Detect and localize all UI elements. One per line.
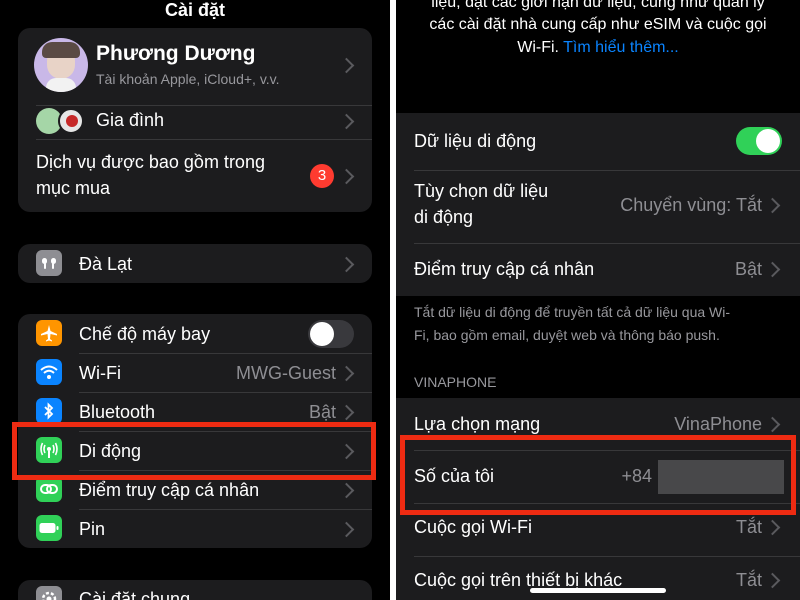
- general-group: Cài đặt chung: [18, 580, 372, 600]
- chevron-right-icon: [338, 521, 355, 538]
- wifi-calling-label: Cuộc gọi Wi-Fi: [414, 517, 533, 537]
- highlight-box-my-number: [400, 435, 796, 515]
- data-options-row[interactable]: Tùy chọn dữ liệu di động Chuyển vùng: Tắ…: [396, 171, 800, 243]
- battery-row[interactable]: Pin: [18, 509, 372, 548]
- profile-name: Phương Dương: [96, 42, 256, 65]
- intro-text-end: Wi-Fi.: [517, 39, 559, 56]
- network-value: VinaPhone: [674, 414, 762, 434]
- roaming-value: Chuyển vùng: Tắt: [620, 195, 762, 215]
- chevron-right-icon: [764, 519, 781, 536]
- hotspot-row[interactable]: Điểm truy cập cá nhân Bật: [396, 244, 800, 296]
- battery-label: Pin: [79, 519, 106, 539]
- general-row[interactable]: Cài đặt chung: [18, 580, 372, 600]
- family-label: Gia đình: [96, 110, 165, 130]
- network-label: Lựa chọn mạng: [414, 414, 541, 434]
- airpods-icon: [36, 250, 62, 276]
- intro-text-line2: các cài đặt nhà cung cấp như eSIM và cuộ…: [429, 16, 767, 33]
- chevron-right-icon: [764, 197, 781, 214]
- bluetooth-label: Bluetooth: [79, 402, 156, 422]
- hotspot-value: Bật: [734, 259, 762, 279]
- hotspot-label: Điểm truy cập cá nhân: [414, 259, 595, 279]
- nav-title: Cài đặt: [164, 0, 225, 20]
- chevron-right-icon: [764, 261, 781, 278]
- intro-text-line3: Wi-Fi. Tìm hiểu thêm...: [396, 39, 800, 57]
- wifi-calling-value: Tắt: [735, 517, 762, 537]
- purchased-services-row[interactable]: Dịch vụ được bao gồm trong mục mua 3: [18, 140, 372, 212]
- section-header-vinaphone: VINAPHONE: [414, 374, 497, 390]
- mobile-data-toggle[interactable]: [736, 127, 782, 155]
- avatar: [34, 38, 88, 92]
- chevron-right-icon: [764, 416, 781, 433]
- intro-text-line1: liệu, đặt các giới hạn dữ liệu, cũng như…: [431, 0, 765, 11]
- wifi-row[interactable]: Wi-Fi MWG-Guest: [18, 353, 372, 392]
- chevron-right-icon: [338, 482, 355, 499]
- bluetooth-icon: [36, 398, 62, 424]
- profile-row[interactable]: Phương Dương Tài khoản Apple, iCloud+, v…: [18, 28, 372, 104]
- chevron-right-icon: [338, 256, 355, 273]
- chevron-right-icon: [338, 404, 355, 421]
- mobile-data-row[interactable]: Dữ liệu di động: [396, 113, 800, 170]
- gear-icon: [36, 586, 62, 600]
- wifi-value: MWG-Guest: [235, 363, 336, 383]
- battery-icon: [36, 515, 62, 541]
- cellular-screen-right: liệu, đặt các giới hạn dữ liệu, cũng như…: [396, 0, 800, 600]
- wifi-label: Wi-Fi: [79, 363, 121, 383]
- data-options-label-line2: di động: [414, 207, 474, 227]
- profile-subtitle: Tài khoản Apple, iCloud+, v.v.: [96, 71, 280, 87]
- highlight-box-cellular: [12, 422, 376, 480]
- chevron-right-icon: [338, 113, 355, 130]
- chevron-right-icon: [764, 572, 781, 589]
- general-label: Cài đặt chung: [79, 589, 191, 600]
- airplane-mode-toggle[interactable]: [308, 320, 354, 348]
- services-label-line1: Dịch vụ được bao gồm trong: [36, 152, 265, 172]
- learn-more-link[interactable]: Tìm hiểu thêm...: [563, 39, 679, 56]
- services-label-line2: mục mua: [36, 178, 111, 198]
- bluetooth-value: Bật: [308, 402, 336, 422]
- hotspot-label: Điểm truy cập cá nhân: [79, 480, 260, 500]
- airplane-mode-row[interactable]: Chế độ máy bay: [18, 314, 372, 353]
- calls-other-devices-row[interactable]: Cuộc gọi trên thiết bị khác Tắt: [396, 557, 800, 600]
- home-indicator: [530, 588, 666, 593]
- account-group: Phương Dương Tài khoản Apple, iCloud+, v…: [18, 28, 372, 212]
- chevron-right-icon: [338, 365, 355, 382]
- wifi-icon: [36, 359, 62, 385]
- airplane-icon: [36, 320, 62, 346]
- data-options-label-line1: Tùy chọn dữ liệu: [414, 181, 549, 201]
- airplane-mode-label: Chế độ máy bay: [79, 324, 211, 344]
- device-label: Đà Lạt: [79, 254, 133, 274]
- calls-other-devices-value: Tắt: [735, 570, 762, 590]
- family-row[interactable]: Gia đình: [18, 106, 372, 136]
- device-group: Đà Lạt: [18, 244, 372, 283]
- device-row[interactable]: Đà Lạt: [18, 244, 372, 283]
- footer-text-line1: Tắt dữ liệu di động để truyền tất cả dữ …: [414, 304, 731, 320]
- mobile-data-label: Dữ liệu di động: [414, 131, 537, 151]
- chevron-right-icon: [338, 168, 355, 185]
- cellular-data-group: Dữ liệu di động Tùy chọn dữ liệu di động…: [396, 113, 800, 296]
- notification-badge: 3: [310, 164, 334, 188]
- footer-text-line2: Fi, bao gồm email, duyệt web và thông bá…: [414, 327, 720, 343]
- settings-screen-left: Cài đặt Phương Dương Tài khoản Apple, iC…: [0, 0, 390, 600]
- chevron-right-icon: [338, 57, 355, 74]
- family-member-avatar: [58, 108, 84, 134]
